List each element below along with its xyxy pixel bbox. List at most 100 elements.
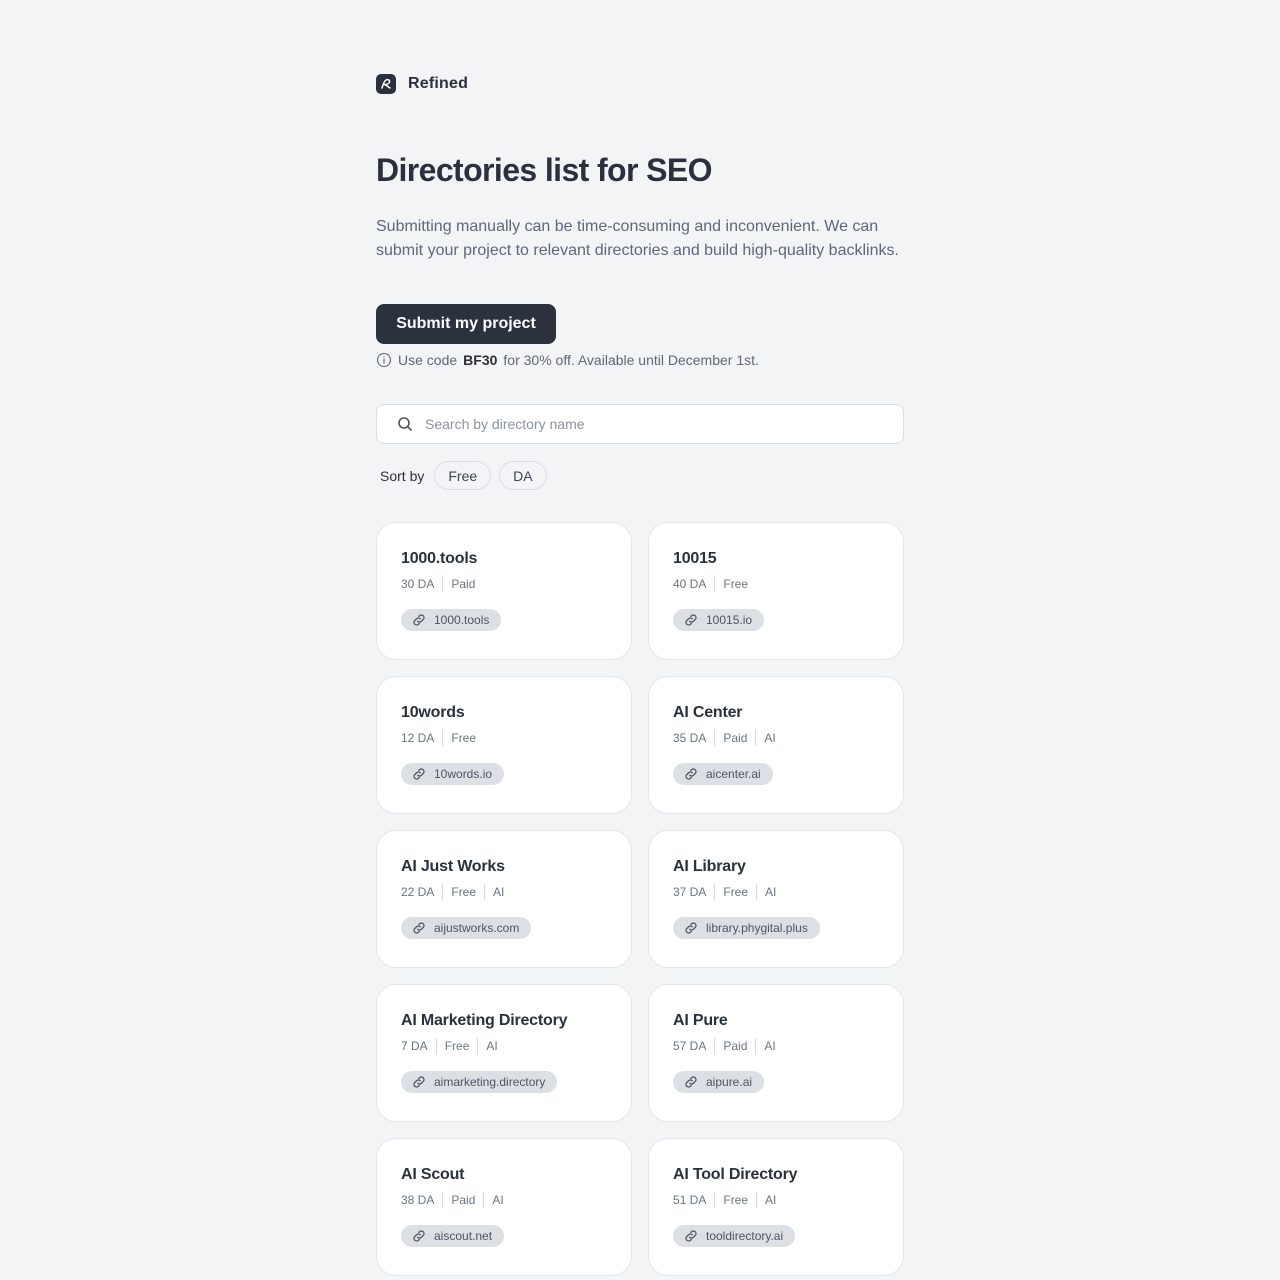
promo-prefix: Use code [398,352,458,368]
directory-meta: 40 DA Free [673,576,879,592]
directory-url: aijustworks.com [434,921,520,935]
directory-url: aicenter.ai [706,767,761,781]
directory-card[interactable]: 10words 12 DA Free 10words.io [376,676,632,814]
directory-tag: AI [477,1038,505,1054]
directory-name: AI Scout [401,1166,465,1183]
directory-url: library.phygital.plus [706,921,808,935]
directory-price: Free [714,1192,756,1208]
directory-card[interactable]: AI Just Works 22 DA Free AI aijustworks.com [376,830,632,968]
promo-notice: Use code BF30 for 30% off. Available unt… [376,352,759,368]
directory-price: Free [714,576,756,592]
directory-card[interactable]: AI Library 37 DA Free AI library.phygital.pl… [648,830,904,968]
directory-da: 40 DA [673,577,707,591]
directory-price: Paid [714,730,755,746]
directory-meta: 7 DA Free AI [401,1038,607,1054]
directory-da: 35 DA [673,731,707,745]
promo-suffix: for 30% off. Available until December 1s… [503,352,759,368]
link-icon [412,613,426,627]
directory-url: 1000.tools [434,613,490,627]
directory-name: AI Pure [673,1012,728,1029]
directory-meta: 22 DA Free AI [401,884,607,900]
directory-da: 57 DA [673,1039,707,1053]
directory-name: 10words [401,704,465,721]
directory-meta: 12 DA Free [401,730,607,746]
directory-card[interactable]: AI Center 35 DA Paid AI aicenter.ai [648,676,904,814]
directory-link[interactable]: aimarketing.directory [401,1071,558,1093]
directory-meta: 37 DA Free AI [673,884,879,900]
link-icon [412,921,426,935]
directory-price: Free [714,884,756,900]
directory-da: 12 DA [401,731,435,745]
directory-url: 10words.io [434,767,493,781]
directory-name: AI Just Works [401,858,505,875]
sort-da-chip[interactable]: DA [499,461,547,490]
sort-bar: Sort by Free DA [380,461,547,490]
directory-name: 1000.tools [401,550,478,567]
directory-name: AI Library [673,858,746,875]
directory-da: 37 DA [673,885,707,899]
directory-name: AI Center [673,704,743,721]
link-icon [684,613,698,627]
directory-name: 10015 [673,550,717,567]
directory-card[interactable]: AI Marketing Directory 7 DA Free AI aimarket… [376,984,632,1122]
directory-link[interactable]: aipure.ai [673,1071,765,1093]
directory-name: AI Tool Directory [673,1166,798,1183]
directory-price: Paid [442,1192,483,1208]
brand-name: Refined [408,75,469,92]
search-box[interactable] [376,404,904,444]
directory-name: AI Marketing Directory [401,1012,568,1029]
directory-link[interactable]: tooldirectory.ai [673,1225,796,1247]
directory-url: aiscout.net [434,1229,493,1243]
link-icon [412,767,426,781]
directory-meta: 30 DA Paid [401,576,607,592]
directory-price: Paid [714,1038,755,1054]
directory-url: aipure.ai [706,1075,753,1089]
directory-tag: AI [756,1192,784,1208]
directory-grid: 1000.tools 30 DA Paid 1000.tools 10015 40 DA F… [376,522,904,1276]
directory-tag: AI [484,884,512,900]
directory-tag: AI [755,1038,783,1054]
link-icon [684,921,698,935]
directory-tag: AI [756,884,784,900]
directory-link[interactable]: 10words.io [401,763,505,785]
directory-tag: AI [755,730,783,746]
page-title: Directories list for SEO [376,152,713,188]
directory-price: Free [442,884,484,900]
promo-code: BF30 [463,352,498,368]
directory-da: 7 DA [401,1039,428,1053]
page-description: Submitting manually can be time-consumin… [376,218,899,259]
directory-price: Free [442,730,484,746]
directory-url: 10015.io [706,613,753,627]
directory-url: aimarketing.directory [434,1075,546,1089]
directory-card[interactable]: AI Scout 38 DA Paid AI aiscout.net [376,1138,632,1276]
search-input[interactable] [425,416,865,432]
brand[interactable]: Refined [376,74,468,94]
refined-logo-icon [376,74,396,94]
directory-card[interactable]: 10015 40 DA Free 10015.io [648,522,904,660]
directory-tag: AI [483,1192,511,1208]
link-icon [412,1075,426,1089]
directory-card[interactable]: AI Tool Directory 51 DA Free AI tooldirector… [648,1138,904,1276]
directory-da: 30 DA [401,577,435,591]
search-icon [397,416,413,432]
sort-label: Sort by [380,467,425,484]
directory-link[interactable]: library.phygital.plus [673,917,820,939]
directory-link[interactable]: 10015.io [673,609,765,631]
directory-meta: 38 DA Paid AI [401,1192,607,1208]
info-icon [376,352,392,368]
submit-project-button[interactable]: Submit my project [376,304,556,344]
directory-url: tooldirectory.ai [706,1229,784,1243]
directory-meta: 57 DA Paid AI [673,1038,879,1054]
directory-card[interactable]: 1000.tools 30 DA Paid 1000.tools [376,522,632,660]
sort-free-chip[interactable]: Free [434,461,492,490]
directory-da: 51 DA [673,1193,707,1207]
directory-link[interactable]: aijustworks.com [401,917,532,939]
directory-price: Free [435,1038,478,1054]
link-icon [684,1075,698,1089]
directory-link[interactable]: 1000.tools [401,609,502,631]
directory-meta: 51 DA Free AI [673,1192,879,1208]
directory-card[interactable]: AI Pure 57 DA Paid AI aipure.ai [648,984,904,1122]
directory-link[interactable]: aicenter.ai [673,763,773,785]
link-icon [684,767,698,781]
directory-link[interactable]: aiscout.net [401,1225,505,1247]
